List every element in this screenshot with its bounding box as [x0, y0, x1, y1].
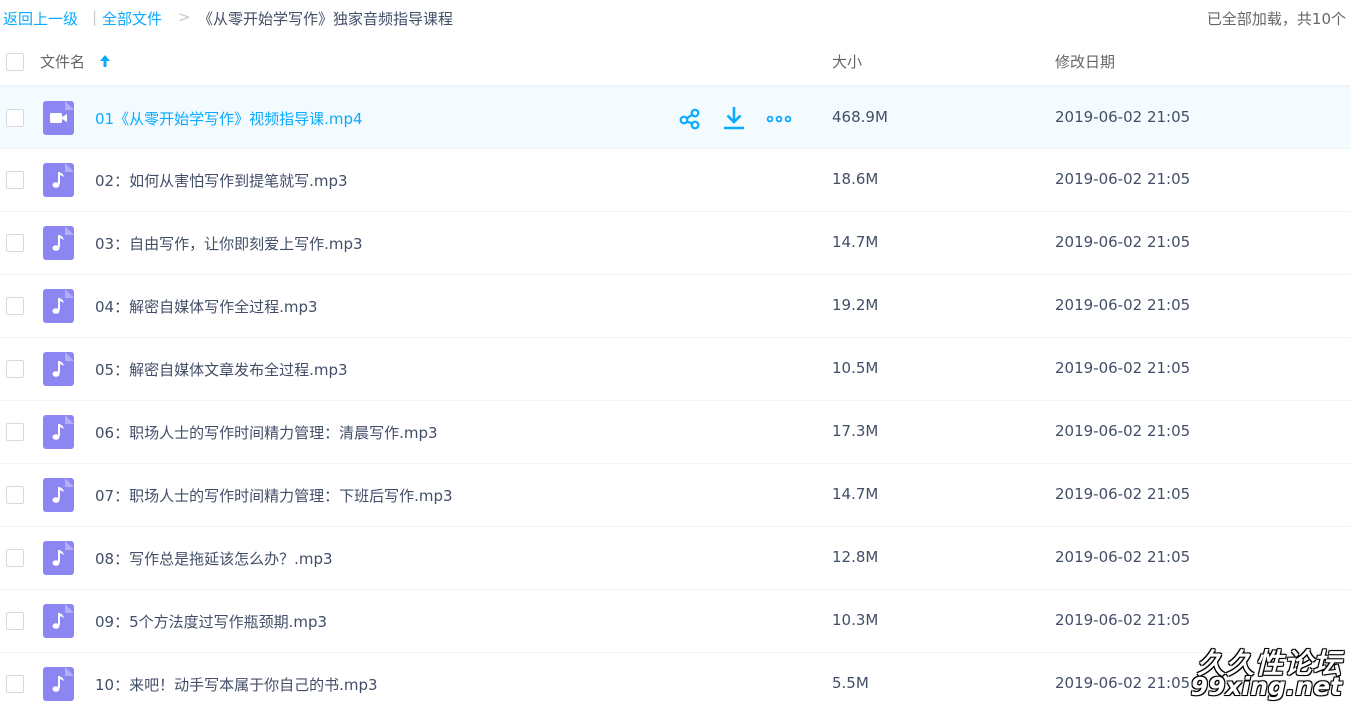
- sort-ascending-arrow-icon[interactable]: [98, 53, 112, 69]
- file-name[interactable]: 01《从零开始学写作》视频指导课.mp4: [95, 108, 363, 129]
- file-size: 12.8M: [832, 548, 879, 566]
- row-checkbox[interactable]: [6, 423, 24, 441]
- music-note-icon: [43, 478, 74, 512]
- breadcrumb-current-folder: 《从零开始学写作》独家音频指导课程: [198, 10, 454, 28]
- back-link[interactable]: 返回上一级: [3, 8, 78, 29]
- file-modified-date: 2019-06-02 21:05: [1055, 611, 1191, 629]
- file-row[interactable]: 08：写作总是拖延该怎么办？.mp3 12.8M 2019-06-02 21:0…: [0, 527, 1350, 590]
- music-note-icon: [43, 415, 74, 449]
- video-icon: [43, 101, 74, 135]
- row-checkbox[interactable]: [6, 360, 24, 378]
- watermark: 久久性论坛 99xing.net: [1190, 642, 1342, 704]
- breadcrumb-arrow: >: [178, 8, 191, 26]
- file-size: 14.7M: [832, 233, 879, 251]
- breadcrumb-separator: |: [92, 8, 98, 26]
- all-files-link[interactable]: 全部文件: [102, 8, 162, 29]
- file-size: 468.9M: [832, 108, 888, 126]
- file-name[interactable]: 03：自由写作，让你即刻爱上写作.mp3: [95, 233, 363, 254]
- file-modified-date: 2019-06-02 21:05: [1055, 359, 1191, 377]
- file-size: 19.2M: [832, 296, 879, 314]
- file-modified-date: 2019-06-02 21:05: [1055, 296, 1191, 314]
- music-note-icon: [43, 667, 74, 701]
- top-bar: 返回上一级 | 全部文件 > 《从零开始学写作》独家音频指导课程 已全部加载，共…: [0, 0, 1350, 36]
- music-note-icon: [43, 163, 74, 197]
- load-status: 已全部加载，共10个: [1206, 10, 1346, 28]
- file-name[interactable]: 10：来吧！动手写本属于你自己的书.mp3: [95, 674, 378, 695]
- file-name[interactable]: 02：如何从害怕写作到提笔就写.mp3: [95, 170, 348, 191]
- music-note-icon: [43, 226, 74, 260]
- file-size: 18.6M: [832, 170, 879, 188]
- row-checkbox[interactable]: [6, 297, 24, 315]
- file-name[interactable]: 04：解密自媒体写作全过程.mp3: [95, 296, 318, 317]
- row-checkbox[interactable]: [6, 549, 24, 567]
- file-modified-date: 2019-06-02 21:05: [1055, 233, 1191, 251]
- file-row[interactable]: 04：解密自媒体写作全过程.mp3 19.2M 2019-06-02 21:05: [0, 275, 1350, 338]
- file-name[interactable]: 07：职场人士的写作时间精力管理：下班后写作.mp3: [95, 485, 453, 506]
- file-row[interactable]: 07：职场人士的写作时间精力管理：下班后写作.mp3 14.7M 2019-06…: [0, 464, 1350, 527]
- file-size: 14.7M: [832, 485, 879, 503]
- file-name[interactable]: 06：职场人士的写作时间精力管理：清晨写作.mp3: [95, 422, 438, 443]
- file-list: 01《从零开始学写作》视频指导课.mp4 468.9M 2019-06-02 2…: [0, 86, 1350, 710]
- file-modified-date: 2019-06-02 21:05: [1055, 108, 1191, 126]
- column-header-modified[interactable]: 修改日期: [1055, 51, 1115, 72]
- file-name[interactable]: 08：写作总是拖延该怎么办？.mp3: [95, 548, 333, 569]
- row-checkbox[interactable]: [6, 109, 24, 127]
- row-checkbox[interactable]: [6, 171, 24, 189]
- file-modified-date: 2019-06-02 21:05: [1055, 485, 1191, 503]
- file-size: 10.3M: [832, 611, 879, 629]
- file-size: 17.3M: [832, 422, 879, 440]
- more-options-icon[interactable]: [765, 104, 793, 132]
- column-header-size[interactable]: 大小: [832, 51, 862, 72]
- file-row[interactable]: 01《从零开始学写作》视频指导课.mp4 468.9M 2019-06-02 2…: [0, 86, 1350, 149]
- file-name[interactable]: 05：解密自媒体文章发布全过程.mp3: [95, 359, 348, 380]
- music-note-icon: [43, 604, 74, 638]
- watermark-line2: 99xing.net: [1190, 672, 1342, 701]
- row-checkbox[interactable]: [6, 675, 24, 693]
- music-note-icon: [43, 541, 74, 575]
- row-checkbox[interactable]: [6, 612, 24, 630]
- file-modified-date: 2019-06-02 21:05: [1055, 170, 1191, 188]
- music-note-icon: [43, 352, 74, 386]
- file-row[interactable]: 02：如何从害怕写作到提笔就写.mp3 18.6M 2019-06-02 21:…: [0, 149, 1350, 212]
- download-icon[interactable]: [720, 104, 748, 132]
- file-size: 5.5M: [832, 674, 869, 692]
- file-modified-date: 2019-06-02 21:05: [1055, 422, 1191, 440]
- file-modified-date: 2019-06-02 21:05: [1055, 548, 1191, 566]
- row-checkbox[interactable]: [6, 486, 24, 504]
- file-row[interactable]: 09：5个方法度过写作瓶颈期.mp3 10.3M 2019-06-02 21:0…: [0, 590, 1350, 653]
- file-row[interactable]: 06：职场人士的写作时间精力管理：清晨写作.mp3 17.3M 2019-06-…: [0, 401, 1350, 464]
- file-row[interactable]: 10：来吧！动手写本属于你自己的书.mp3 5.5M 2019-06-02 21…: [0, 653, 1350, 710]
- file-list-header: 文件名 大小 修改日期: [0, 38, 1350, 86]
- file-name[interactable]: 09：5个方法度过写作瓶颈期.mp3: [95, 611, 327, 632]
- select-all-checkbox[interactable]: [6, 53, 24, 71]
- file-row[interactable]: 05：解密自媒体文章发布全过程.mp3 10.5M 2019-06-02 21:…: [0, 338, 1350, 401]
- file-modified-date: 2019-06-02 21:05: [1055, 674, 1191, 692]
- column-header-name[interactable]: 文件名: [40, 51, 85, 72]
- music-note-icon: [43, 289, 74, 323]
- share-icon[interactable]: [676, 104, 704, 132]
- row-actions: [676, 104, 796, 132]
- file-size: 10.5M: [832, 359, 879, 377]
- file-row[interactable]: 03：自由写作，让你即刻爱上写作.mp3 14.7M 2019-06-02 21…: [0, 212, 1350, 275]
- row-checkbox[interactable]: [6, 234, 24, 252]
